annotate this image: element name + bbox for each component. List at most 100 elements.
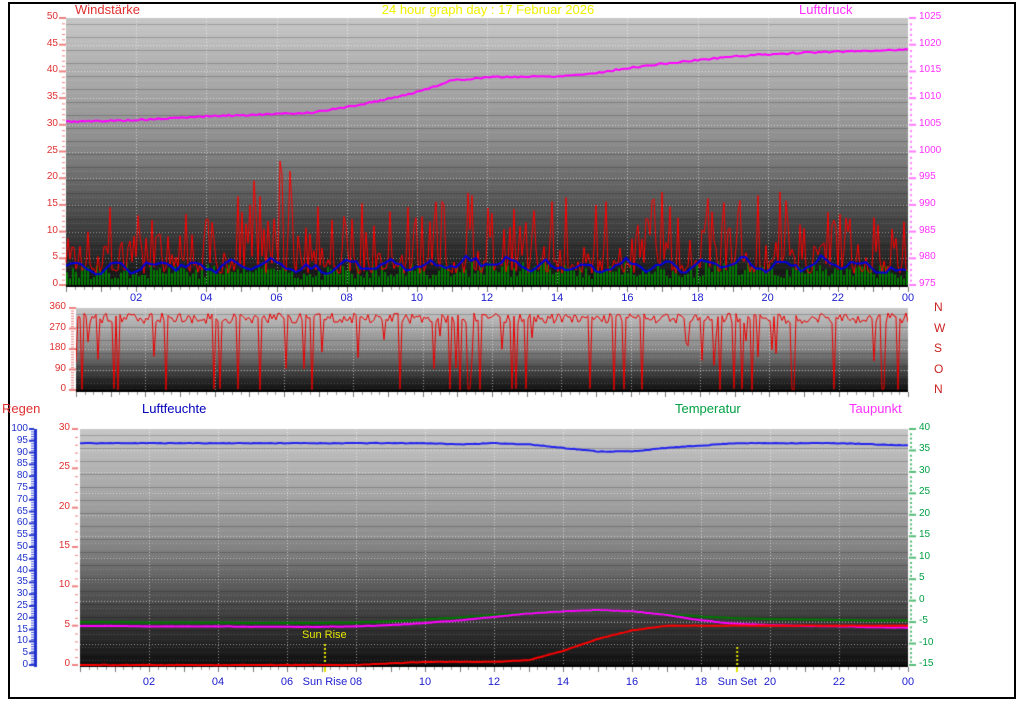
p3-humidity-tick-label: 15: [2, 625, 28, 635]
p3-humidity-tick-label: 20: [2, 613, 28, 623]
p2-compass-letter: W: [934, 322, 945, 334]
p1-right-tick-label: 985: [919, 226, 936, 236]
p3-temperature-tick-label: -15: [919, 659, 933, 669]
p3-temperature-tick-label: 35: [919, 444, 930, 454]
p1-right-tick-label: 1005: [919, 119, 941, 129]
p3-temperature-tick-label: 15: [919, 530, 930, 540]
p1-time-label: 22: [828, 293, 848, 304]
p1-time-label: 00: [898, 293, 918, 304]
p3-time-label: 14: [553, 677, 573, 688]
p3-time-label: 04: [208, 677, 228, 688]
p1-time-label: 04: [196, 293, 216, 304]
p1-time-label: 14: [547, 293, 567, 304]
p1-time-label: 06: [267, 293, 287, 304]
pressure-title: Luftdruck: [799, 3, 852, 16]
sun-rise-chart-label: Sun Rise: [302, 630, 347, 641]
p3-humidity-tick-label: 45: [2, 554, 28, 564]
weather-graph-canvas: [0, 0, 1024, 705]
p3-humidity-tick-label: 10: [2, 636, 28, 646]
p3-time-label: 16: [622, 677, 642, 688]
p1-left-tick-label: 25: [24, 146, 58, 156]
p3-temperature-tick-label: 30: [919, 466, 930, 476]
p1-right-tick-label: 980: [919, 252, 936, 262]
p3-time-label: 22: [829, 677, 849, 688]
p1-left-tick-label: 20: [24, 172, 58, 182]
p2-left-tick-label: 270: [34, 323, 66, 333]
p1-left-tick-label: 0: [24, 279, 58, 289]
p3-rain-tick-label: 10: [44, 580, 70, 590]
p3-humidity-tick-label: 90: [2, 448, 28, 458]
p1-time-label: 08: [337, 293, 357, 304]
p1-time-label: 10: [407, 293, 427, 304]
p3-time-label: 12: [484, 677, 504, 688]
p1-time-label: 16: [617, 293, 637, 304]
p3-humidity-tick-label: 75: [2, 483, 28, 493]
p1-left-tick-label: 30: [24, 119, 58, 129]
p2-compass-letter: S: [934, 342, 942, 354]
p3-temperature-tick-label: -5: [919, 616, 928, 626]
p3-rain-tick-label: 5: [44, 620, 70, 630]
p3-temperature-tick-label: 20: [919, 509, 930, 519]
p3-temperature-tick-label: -10: [919, 638, 933, 648]
p3-humidity-tick-label: 65: [2, 507, 28, 517]
p3-humidity-tick-label: 85: [2, 459, 28, 469]
p1-right-tick-label: 995: [919, 172, 936, 182]
p3-humidity-tick-label: 0: [2, 660, 28, 670]
humidity-title: Luftfeuchte: [142, 402, 206, 415]
sunset-axis-label: Sun Set: [713, 677, 761, 688]
p2-left-tick-label: 0: [34, 384, 66, 394]
p1-right-tick-label: 990: [919, 199, 936, 209]
p3-humidity-tick-label: 25: [2, 601, 28, 611]
p3-humidity-tick-label: 70: [2, 495, 28, 505]
p1-time-label: 18: [688, 293, 708, 304]
p1-right-tick-label: 1000: [919, 146, 941, 156]
p3-time-label: 06: [277, 677, 297, 688]
p3-time-label: 00: [898, 677, 918, 688]
p3-temperature-tick-label: 25: [919, 487, 930, 497]
p3-rain-tick-label: 25: [44, 462, 70, 472]
p3-temperature-tick-label: 5: [919, 573, 925, 583]
p3-humidity-tick-label: 50: [2, 542, 28, 552]
p3-temperature-tick-label: 40: [919, 423, 930, 433]
p3-time-label: 08: [346, 677, 366, 688]
p2-compass-letter: N: [934, 383, 943, 395]
wind-strength-title: Windstärke: [75, 3, 140, 16]
p3-rain-tick-label: 30: [44, 423, 70, 433]
p3-humidity-tick-label: 55: [2, 530, 28, 540]
p3-humidity-tick-label: 35: [2, 577, 28, 587]
p1-left-tick-label: 45: [24, 39, 58, 49]
p3-humidity-tick-label: 30: [2, 589, 28, 599]
p3-time-label: 10: [415, 677, 435, 688]
p1-left-tick-label: 40: [24, 65, 58, 75]
p3-temperature-tick-label: 10: [919, 552, 930, 562]
p2-compass-letter: O: [934, 363, 943, 375]
p2-compass-letter: N: [934, 301, 943, 313]
dewpoint-title: Taupunkt: [849, 402, 902, 415]
p1-left-tick-label: 50: [24, 12, 58, 22]
p3-temperature-tick-label: 0: [919, 595, 925, 605]
p3-time-label: 02: [139, 677, 159, 688]
sunrise-axis-label: Sun Rise: [301, 677, 349, 688]
p1-time-label: 12: [477, 293, 497, 304]
p2-left-tick-label: 360: [34, 302, 66, 312]
p3-rain-tick-label: 0: [44, 659, 70, 669]
p3-humidity-tick-label: 95: [2, 436, 28, 446]
p2-left-tick-label: 90: [34, 364, 66, 374]
p3-humidity-tick-label: 60: [2, 518, 28, 528]
p3-humidity-tick-label: 5: [2, 648, 28, 658]
rain-title: Regen: [2, 402, 40, 415]
p3-humidity-tick-label: 100: [2, 424, 28, 434]
p3-rain-tick-label: 20: [44, 502, 70, 512]
p1-right-tick-label: 975: [919, 279, 936, 289]
p1-left-tick-label: 5: [24, 252, 58, 262]
p3-time-label: 20: [760, 677, 780, 688]
p1-right-tick-label: 1010: [919, 92, 941, 102]
p1-right-tick-label: 1015: [919, 65, 941, 75]
p2-left-tick-label: 180: [34, 343, 66, 353]
p1-left-tick-label: 35: [24, 92, 58, 102]
p1-left-tick-label: 15: [24, 199, 58, 209]
p1-right-tick-label: 1025: [919, 12, 941, 22]
graph-date-title: 24 hour graph day : 17 Februar 2026: [368, 3, 608, 16]
temperature-title: Temperatur: [675, 402, 741, 415]
p3-humidity-tick-label: 80: [2, 471, 28, 481]
